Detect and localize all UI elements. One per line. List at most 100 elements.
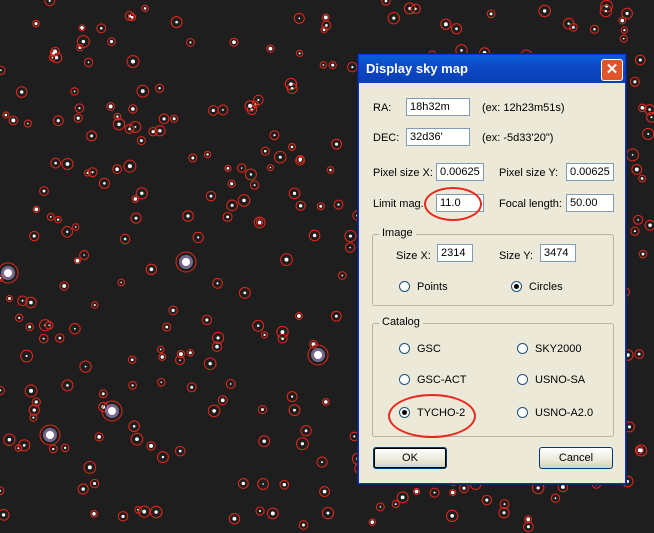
marked-star (319, 486, 330, 497)
points-label: Points (417, 281, 448, 293)
marked-star (308, 229, 321, 242)
size-y-input[interactable]: 3474 (540, 244, 576, 262)
marked-star (626, 148, 640, 162)
gsc-radio[interactable] (399, 343, 410, 354)
image-group-title: Image (379, 227, 416, 239)
marked-star (31, 397, 41, 407)
marked-star (295, 200, 306, 211)
focal-length-input[interactable]: 50.00 (566, 194, 614, 212)
usno-sa-label: USNO-SA (535, 374, 586, 386)
circles-radio[interactable] (511, 281, 522, 292)
marked-star (309, 339, 318, 349)
marked-star (205, 190, 217, 202)
usno-a2-radio[interactable] (517, 407, 528, 418)
marked-star (229, 37, 239, 47)
marked-star (228, 512, 241, 525)
marked-star (486, 9, 496, 19)
marked-star (90, 510, 98, 518)
marked-star (149, 505, 163, 519)
marked-star (25, 322, 34, 332)
usno-sa-radio[interactable] (517, 374, 528, 385)
marked-star (266, 44, 275, 53)
marked-star (154, 83, 165, 93)
marked-star (61, 157, 74, 171)
sky2000-radio[interactable] (517, 343, 528, 354)
marked-star (112, 118, 126, 131)
marked-star (237, 194, 251, 207)
marked-star (83, 169, 92, 177)
pixel-size-x-input[interactable]: 0.00625 (436, 163, 484, 181)
marked-star (523, 521, 534, 533)
marked-star (208, 105, 219, 116)
marked-star (498, 507, 510, 519)
points-radio[interactable] (399, 281, 410, 292)
marked-star (277, 333, 288, 344)
marked-star (186, 349, 195, 357)
image-group: Image (372, 227, 614, 306)
marked-star (237, 163, 247, 173)
focal-length-label: Focal length: (499, 198, 562, 210)
cancel-button[interactable]: Cancel (539, 447, 613, 469)
marked-star (46, 212, 55, 221)
marked-star (333, 199, 344, 210)
marked-star (20, 349, 34, 363)
size-y-label: Size Y: (499, 250, 534, 262)
marked-star (3, 433, 16, 446)
circles-label: Circles (529, 281, 563, 293)
marked-star (126, 55, 140, 68)
dec-input[interactable]: 32d36' (406, 128, 470, 146)
marked-star (266, 507, 279, 520)
marked-star (550, 493, 561, 503)
marked-star (450, 23, 463, 35)
marked-star (130, 432, 144, 446)
marked-star (276, 325, 289, 339)
marked-star (44, 320, 54, 330)
marked-star (224, 164, 232, 172)
marked-star (0, 65, 6, 75)
marked-star (124, 124, 135, 134)
marked-star (79, 360, 92, 373)
marked-star (633, 214, 644, 225)
marked-star (112, 164, 123, 175)
marked-star (266, 164, 274, 172)
pixel-size-y-input[interactable]: 0.00625 (566, 163, 614, 181)
marked-star (136, 84, 150, 98)
marked-star (90, 301, 99, 309)
marked-star (252, 319, 265, 332)
marked-star (217, 395, 228, 406)
marked-star (226, 199, 239, 212)
gsc-act-radio[interactable] (399, 374, 410, 385)
marked-star (538, 4, 551, 18)
marked-star (176, 349, 186, 359)
marked-star (32, 205, 41, 214)
marked-star (24, 384, 38, 398)
marked-star (260, 331, 269, 339)
marked-star (0, 385, 5, 396)
marked-star (440, 18, 452, 30)
marked-star (257, 478, 270, 490)
size-x-input[interactable]: 2314 (437, 244, 473, 262)
marked-star (279, 479, 290, 490)
marked-star (375, 502, 385, 512)
ra-example: (ex: 12h23m51s) (482, 102, 565, 114)
close-icon[interactable]: ✕ (601, 59, 623, 81)
ra-input[interactable]: 18h32m (406, 98, 470, 116)
marked-star (130, 212, 142, 224)
marked-star (330, 310, 342, 322)
marked-star (255, 506, 265, 516)
marked-star (634, 349, 644, 359)
ok-button[interactable]: OK (373, 447, 447, 469)
marked-star (288, 142, 296, 151)
marked-star (83, 57, 94, 68)
marked-star (258, 435, 271, 448)
size-x-label: Size X: (396, 250, 431, 262)
marked-star (54, 215, 62, 224)
title-bar[interactable]: Display sky map ✕ (359, 55, 625, 83)
marked-star (50, 157, 62, 169)
marked-star (119, 233, 131, 245)
marked-star (2, 111, 10, 119)
marked-star (618, 16, 627, 25)
marked-star (629, 76, 640, 87)
marked-star (38, 333, 49, 344)
marked-star (338, 271, 347, 280)
